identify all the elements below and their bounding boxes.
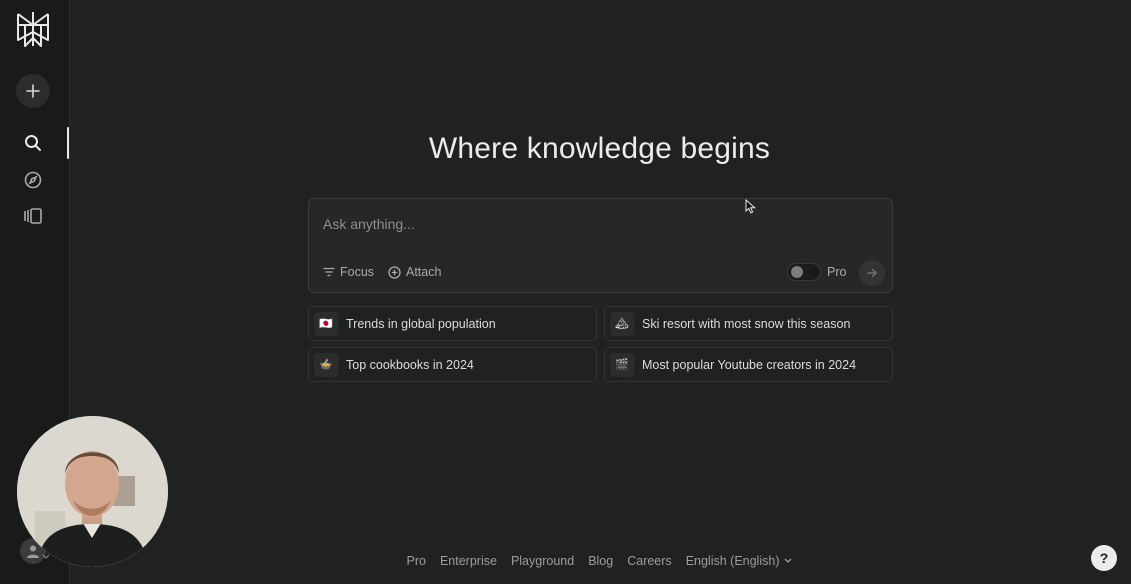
plus-icon (26, 84, 40, 98)
attach-button[interactable]: Attach (388, 265, 441, 279)
language-label: English (English) (685, 554, 780, 568)
presenter-video-icon (17, 416, 168, 567)
focus-button[interactable]: Focus (323, 265, 374, 279)
perplexity-logo-icon[interactable] (15, 10, 51, 48)
help-button[interactable]: ? (1091, 545, 1117, 571)
suggestion-label: Most popular Youtube creators in 2024 (642, 357, 857, 372)
suggestion-item[interactable]: 🇯🇵 Trends in global population (308, 306, 597, 341)
clapper-icon: 🎬 (610, 352, 634, 377)
focus-label: Focus (340, 265, 375, 279)
plus-circle-icon (388, 265, 401, 279)
filter-icon (323, 267, 335, 277)
pro-toggle-knob (791, 266, 803, 278)
footer-link-enterprise[interactable]: Enterprise (440, 554, 497, 568)
mountain-icon: 🏔 (610, 311, 634, 336)
submit-button[interactable] (859, 260, 885, 286)
ask-box: Focus Attach Pro (308, 198, 893, 293)
footer: Pro Enterprise Playground Blog Careers E… (72, 554, 1127, 568)
chevron-down-icon[interactable] (42, 554, 50, 560)
suggestion-label: Ski resort with most snow this season (642, 316, 851, 331)
suggestion-label: Top cookbooks in 2024 (346, 357, 474, 372)
user-icon (27, 545, 39, 558)
chevron-down-icon (785, 558, 792, 563)
footer-link-careers[interactable]: Careers (627, 554, 671, 568)
nav-discover[interactable] (22, 169, 44, 191)
pro-label: Pro (827, 265, 847, 279)
footer-link-pro[interactable]: Pro (407, 554, 426, 568)
search-icon (25, 135, 41, 151)
app-window: Where knowledge begins Focus Attach Pro (0, 0, 1131, 584)
main-panel: Where knowledge begins Focus Attach Pro (72, 4, 1127, 580)
compass-icon (24, 171, 42, 189)
webcam-overlay (17, 416, 168, 567)
library-icon (24, 208, 42, 224)
suggestion-item[interactable]: 🎬 Most popular Youtube creators in 2024 (604, 347, 893, 382)
suggestion-label: Trends in global population (346, 316, 496, 331)
suggestion-item[interactable]: 🏔 Ski resort with most snow this season (604, 306, 893, 341)
page-title: Where knowledge begins (428, 132, 771, 165)
arrow-right-icon (867, 268, 878, 278)
nav-search[interactable] (22, 132, 44, 154)
footer-link-playground[interactable]: Playground (511, 554, 574, 568)
pot-icon: 🍲 (314, 352, 338, 377)
pro-toggle[interactable] (787, 263, 821, 281)
suggestion-item[interactable]: 🍲 Top cookbooks in 2024 (308, 347, 597, 382)
ask-input[interactable] (323, 214, 863, 234)
nav-library[interactable] (22, 205, 44, 227)
new-thread-button[interactable] (16, 74, 50, 108)
nav-active-indicator (67, 127, 69, 159)
footer-link-blog[interactable]: Blog (588, 554, 613, 568)
mouse-cursor-icon (745, 199, 756, 214)
attach-label: Attach (406, 265, 442, 279)
flag-icon: 🇯🇵 (314, 311, 338, 336)
language-selector[interactable]: English (English) (686, 554, 793, 568)
